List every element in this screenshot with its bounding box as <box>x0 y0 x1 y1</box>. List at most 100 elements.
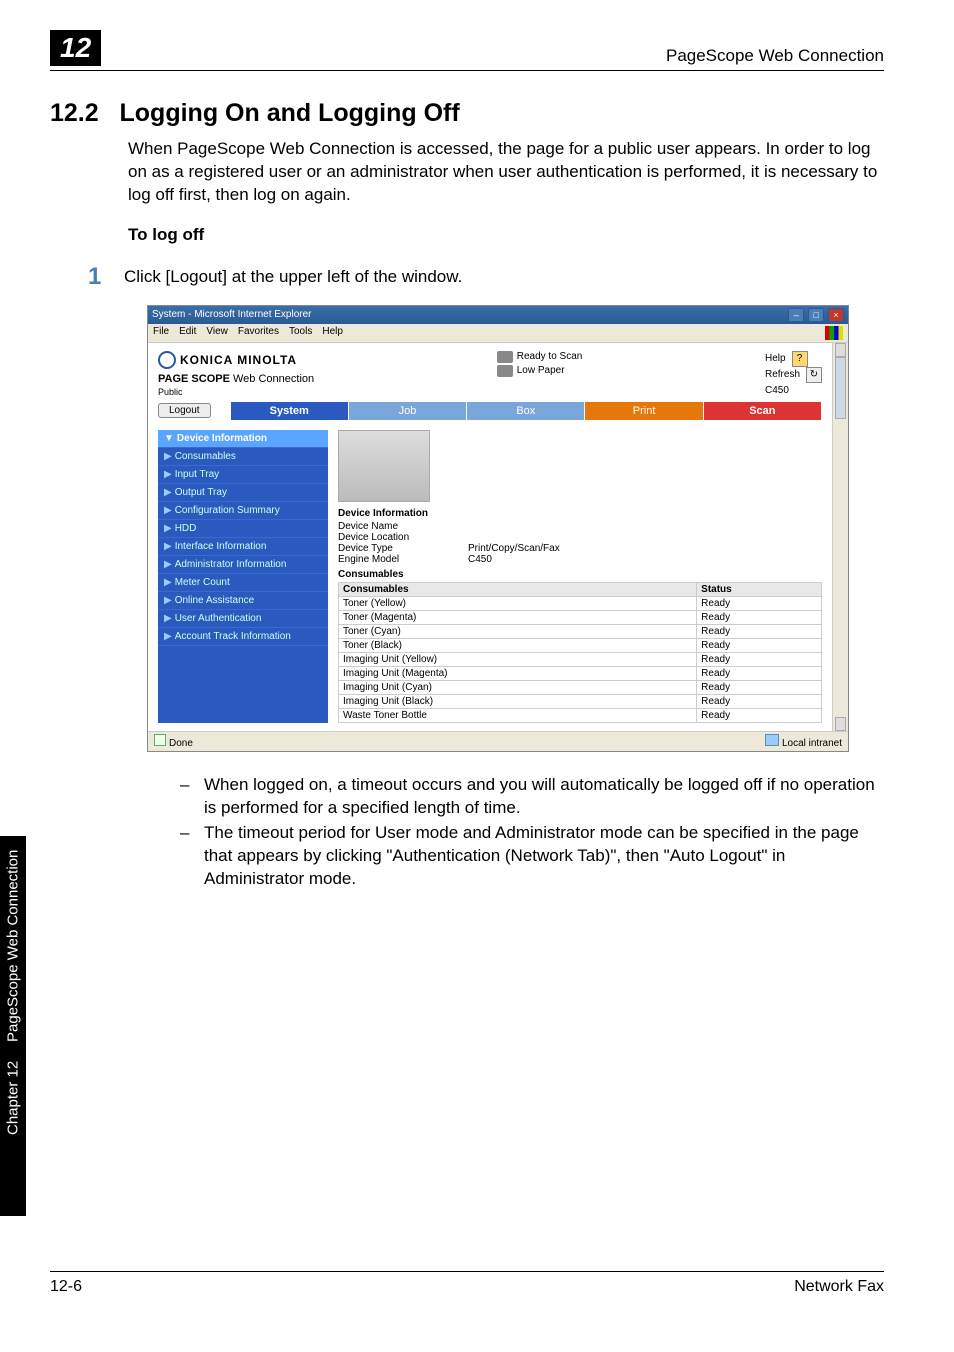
bullet-1: When logged on, a timeout occurs and you… <box>204 774 884 820</box>
tab-box[interactable]: Box <box>467 402 585 420</box>
step-text: Click [Logout] at the upper left of the … <box>124 263 462 287</box>
device-image <box>338 430 430 502</box>
consumable-status: Ready <box>697 638 822 652</box>
side-item-label: Configuration Summary <box>175 505 280 516</box>
bullet-dash: – <box>180 774 204 820</box>
status-zone: Local intranet <box>782 738 842 749</box>
triangle-icon: ▶ <box>164 577 172 588</box>
done-icon <box>154 734 166 746</box>
scanner-status-icon <box>497 351 513 363</box>
device-info-row: Device Location <box>338 532 822 543</box>
help-link[interactable]: Help <box>765 351 786 366</box>
tab-print[interactable]: Print <box>585 402 703 420</box>
triangle-icon: ▶ <box>164 523 172 534</box>
scrollbar[interactable] <box>832 343 848 731</box>
minimize-icon[interactable]: – <box>788 308 804 322</box>
triangle-icon: ▶ <box>164 595 172 606</box>
triangle-icon: ▶ <box>164 631 172 642</box>
side-item-7[interactable]: ▶Administrator Information <box>158 556 328 574</box>
side-tab-chapter: Chapter 12 <box>5 1060 22 1134</box>
device-info-value: C450 <box>468 554 492 565</box>
window-controls: – □ × <box>787 308 844 322</box>
help-icon[interactable]: ? <box>792 351 808 367</box>
status-ready-scan: Ready to Scan <box>517 351 583 362</box>
refresh-icon[interactable]: ↻ <box>806 367 822 383</box>
side-item-10[interactable]: ▶User Authentication <box>158 610 328 628</box>
web-connection-label: Web Connection <box>233 373 314 385</box>
refresh-link[interactable]: Refresh <box>765 367 800 382</box>
sub-heading: To log off <box>128 225 884 245</box>
device-info-row: Device Name <box>338 521 822 532</box>
consumable-status: Ready <box>697 694 822 708</box>
consumables-table: Consumables Status Toner (Yellow)ReadyTo… <box>338 582 822 723</box>
paper-status-icon <box>497 365 513 377</box>
intro-paragraph: When PageScope Web Connection is accesse… <box>128 138 884 207</box>
browser-statusbar: Done Local intranet <box>148 731 848 751</box>
consumable-name: Waste Toner Bottle <box>339 708 697 722</box>
header-rule <box>50 70 884 71</box>
side-item-label: HDD <box>175 523 197 534</box>
table-row: Waste Toner BottleReady <box>339 708 822 722</box>
side-item-6[interactable]: ▶Interface Information <box>158 538 328 556</box>
bullet-2: The timeout period for User mode and Adm… <box>204 822 884 891</box>
logout-button[interactable]: Logout <box>158 403 211 418</box>
consumable-name: Toner (Yellow) <box>339 596 697 610</box>
footer-page-number: 12-6 <box>50 1278 82 1296</box>
consumable-status: Ready <box>697 624 822 638</box>
side-item-8[interactable]: ▶Meter Count <box>158 574 328 592</box>
side-item-5[interactable]: ▶HDD <box>158 520 328 538</box>
device-info-key: Device Name <box>338 521 468 532</box>
close-icon[interactable]: × <box>828 308 844 322</box>
consumable-name: Toner (Black) <box>339 638 697 652</box>
consumables-title: Consumables <box>338 569 822 580</box>
side-item-label: Output Tray <box>175 487 227 498</box>
menu-favorites[interactable]: Favorites <box>238 326 279 340</box>
triangle-icon: ▶ <box>164 559 172 570</box>
side-item-3[interactable]: ▶Output Tray <box>158 484 328 502</box>
triangle-icon: ▶ <box>164 487 172 498</box>
tab-job[interactable]: Job <box>349 402 467 420</box>
th-status: Status <box>697 582 822 596</box>
tab-system[interactable]: System <box>231 402 349 420</box>
side-item-11[interactable]: ▶Account Track Information <box>158 628 328 646</box>
side-item-label: Input Tray <box>175 469 219 480</box>
tab-scan[interactable]: Scan <box>704 402 822 420</box>
side-item-0[interactable]: ▼Device Information <box>158 430 328 448</box>
step-number: 1 <box>88 263 124 291</box>
side-item-9[interactable]: ▶Online Assistance <box>158 592 328 610</box>
side-item-1[interactable]: ▶Consumables <box>158 448 328 466</box>
triangle-icon: ▶ <box>164 613 172 624</box>
consumable-name: Imaging Unit (Cyan) <box>339 680 697 694</box>
device-info-block: Device NameDevice LocationDevice TypePri… <box>338 521 822 565</box>
device-info-title: Device Information <box>338 508 822 519</box>
side-item-label: User Authentication <box>175 613 262 624</box>
consumable-name: Toner (Magenta) <box>339 610 697 624</box>
side-item-4[interactable]: ▶Configuration Summary <box>158 502 328 520</box>
bullet-dash: – <box>180 822 204 891</box>
device-info-value: Print/Copy/Scan/Fax <box>468 543 560 554</box>
menu-tools[interactable]: Tools <box>289 326 312 340</box>
menu-file[interactable]: File <box>153 326 169 340</box>
table-row: Toner (Cyan)Ready <box>339 624 822 638</box>
menu-help[interactable]: Help <box>322 326 343 340</box>
menu-edit[interactable]: Edit <box>179 326 196 340</box>
pagescope-label: PAGE SCOPE <box>158 373 230 385</box>
maximize-icon[interactable]: □ <box>808 308 824 322</box>
notes-block: – When logged on, a timeout occurs and y… <box>180 774 884 891</box>
footer-doc-title: Network Fax <box>794 1278 884 1296</box>
scrollbar-thumb[interactable] <box>835 357 846 419</box>
consumable-status: Ready <box>697 610 822 624</box>
side-tab: Chapter 12 PageScope Web Connection <box>0 836 26 1216</box>
section-title-text: Logging On and Logging Off <box>120 99 460 127</box>
side-item-label: Online Assistance <box>175 595 255 606</box>
table-row: Imaging Unit (Yellow)Ready <box>339 652 822 666</box>
triangle-icon: ▶ <box>164 451 172 462</box>
ie-flag-icon <box>825 326 843 340</box>
side-item-label: Meter Count <box>175 577 230 588</box>
brand-logo-icon <box>158 351 176 369</box>
triangle-icon: ▼ <box>164 433 174 444</box>
side-item-2[interactable]: ▶Input Tray <box>158 466 328 484</box>
table-row: Imaging Unit (Cyan)Ready <box>339 680 822 694</box>
menu-view[interactable]: View <box>206 326 228 340</box>
window-title: System - Microsoft Internet Explorer <box>152 309 312 320</box>
